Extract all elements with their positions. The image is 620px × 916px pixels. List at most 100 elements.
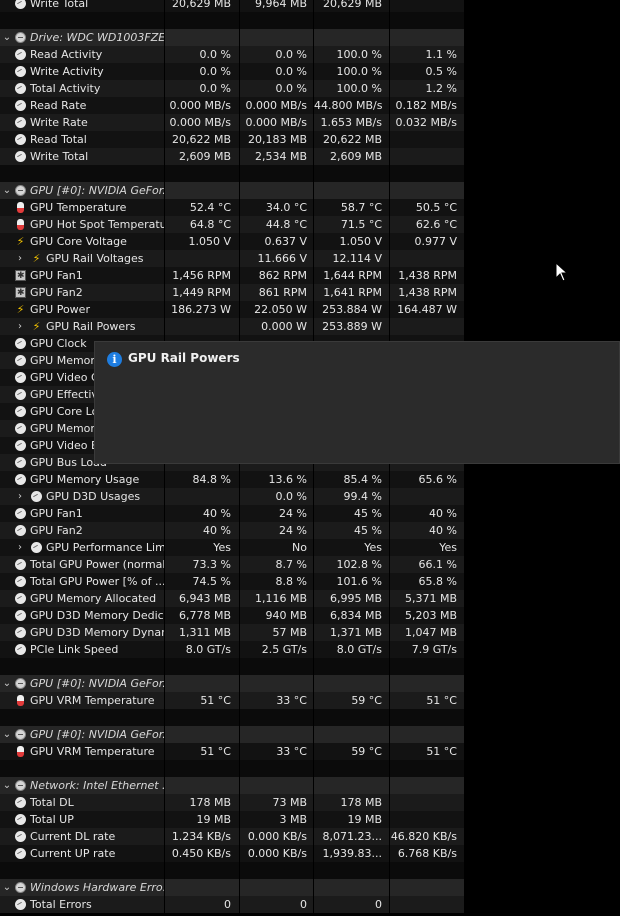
expand-chevron-icon[interactable]: › [15,539,25,556]
average-value [390,29,465,46]
max-value: 253.884 W [314,301,390,318]
max-value [314,879,390,896]
min-value: 0.0 % [240,46,314,63]
sensor-label: › GPU Performance Limits [0,539,165,556]
sensor-row[interactable]: ⚡ GPU Core Voltage 1.050 V 0.637 V 1.050 V 0.… [0,233,465,250]
sensor-row[interactable]: GPU Temperature 52.4 °C 34.0 °C 58.7 °C 50.5… [0,199,465,216]
min-value: 0.000 MB/s [240,114,314,131]
average-value [390,131,465,148]
collapse-chevron-icon[interactable]: ⌄ [2,879,12,896]
min-value: 11.666 V [240,250,314,267]
sensor-gauge-icon [15,610,26,621]
max-value: 100.0 % [314,80,390,97]
sensor-group-header[interactable]: ⌄ Windows Hardware Erro... [0,879,465,896]
sensor-row[interactable]: Total DL 178 MB 73 MB 178 MB [0,794,465,811]
expand-chevron-icon[interactable]: › [15,318,25,335]
current-value: 73.3 % [165,556,240,573]
max-value: 58.7 °C [314,199,390,216]
sensor-row[interactable]: GPU D3D Memory Dynamic1,311 MB57 MB1,371… [0,624,465,641]
sensor-gauge-icon [15,440,26,451]
sensor-label-text: Total Activity [30,82,101,95]
sensor-row[interactable]: Total Errors 0 0 0 [0,896,465,913]
sensor-row[interactable]: Total GPU Power (normal... 73.3 % 8.7 % 102… [0,556,465,573]
sensor-label-text: Total Errors [30,898,92,911]
sensor-label: GPU Hot Spot Temperature [0,216,165,233]
sensor-label-text: Write Rate [30,116,88,129]
sensor-group-header[interactable]: ⌄ GPU [#0]: NVIDIA GeFor... [0,182,465,199]
sensor-row[interactable]: GPU Fan1 40 % 24 % 45 % 40 % [0,505,465,522]
group-icon [15,882,26,893]
sensor-row[interactable]: GPU VRM Temperature 51 °C 33 °C 59 °C 51 °C [0,692,465,709]
sensor-group-header[interactable]: ⌄ GPU [#0]: NVIDIA GeFor... [0,675,465,692]
sensor-row[interactable]: GPU D3D Memory Dedica...6,778 MB940 MB6,… [0,607,465,624]
current-value [165,726,240,743]
current-value [165,777,240,794]
average-value: 65.8 % [390,573,465,590]
sensor-row[interactable]: Total Activity 0.0 % 0.0 % 100.0 % 1.2 % [0,80,465,97]
collapse-chevron-icon[interactable]: ⌄ [2,726,12,743]
average-value: 0.977 V [390,233,465,250]
sensor-row[interactable]: GPU Fan2 1,449 RPM861 RPM1,641 RPM1,438 R… [0,284,465,301]
sensor-gauge-icon [15,0,26,9]
current-value: 51 °C [165,743,240,760]
current-value: 64.8 °C [165,216,240,233]
sensor-label-text: GPU Power [30,303,90,316]
sensor-row[interactable]: Write Rate 0.000 MB/s 0.000 MB/s 1.653 MB/s… [0,114,465,131]
sensor-label: ⌄ GPU [#0]: NVIDIA GeFor... [0,182,165,199]
sensor-row[interactable]: Write Total 20,629 MB 9,964 MB 20,629 MB [0,0,465,12]
expand-chevron-icon[interactable]: › [15,250,25,267]
max-value: 45 % [314,522,390,539]
sensor-group-header[interactable]: ⌄ Drive: WDC WD1003FZE... [0,29,465,46]
sensor-gauge-icon [15,151,26,162]
current-value: 2,609 MB [165,148,240,165]
collapse-chevron-icon[interactable]: ⌄ [2,29,12,46]
sensor-row[interactable]: PCIe Link Speed 8.0 GT/s 2.5 GT/s 8.0 GT/s 7… [0,641,465,658]
collapse-chevron-icon[interactable]: ⌄ [2,675,12,692]
sensor-group-header[interactable]: ⌄ Network: Intel Ethernet ... [0,777,465,794]
sensor-row[interactable]: GPU Fan1 1,456 RPM862 RPM1,644 RPM1,438 R… [0,267,465,284]
min-value: 0.000 MB/s [240,97,314,114]
sensor-row[interactable]: Current UP rate 0.450 KB/s 0.000 KB/s 1,939… [0,845,465,862]
sensor-row[interactable]: Total GPU Power [% of ... 74.5 % 8.8 % 101.… [0,573,465,590]
sensor-row[interactable]: › GPU D3D Usages 0.0 % 99.4 % [0,488,465,505]
sensor-row[interactable]: Total UP 19 MB 3 MB 19 MB [0,811,465,828]
min-value: 0.0 % [240,63,314,80]
sensor-group-header[interactable]: ⌄ GPU [#0]: NVIDIA GeFor... [0,726,465,743]
sensor-gauge-icon [15,457,26,468]
max-value [314,182,390,199]
sensor-label: GPU D3D Memory Dedica... [0,607,165,624]
sensor-row[interactable]: GPU Hot Spot Temperature 64.8 °C 44.8 °C 71… [0,216,465,233]
sensor-gauge-icon [15,100,26,111]
collapse-chevron-icon[interactable]: ⌄ [2,777,12,794]
current-value [165,250,240,267]
sensor-row[interactable]: GPU Fan2 40 % 24 % 45 % 40 % [0,522,465,539]
current-value: 0.000 MB/s [165,114,240,131]
sensor-gauge-icon [15,899,26,910]
sensor-row[interactable]: Write Activity 0.0 % 0.0 % 100.0 % 0.5 % [0,63,465,80]
sensor-row[interactable]: Read Total 20,622 MB 20,183 MB 20,622 MB [0,131,465,148]
current-value: 8.0 GT/s [165,641,240,658]
sensor-row[interactable]: GPU VRM Temperature 51 °C 33 °C 59 °C 51 °C [0,743,465,760]
sensor-row[interactable]: GPU Memory Usage 84.8 % 13.6 % 85.4 % 65.6 % [0,471,465,488]
expand-chevron-icon[interactable]: › [15,488,25,505]
sensor-row[interactable]: Write Total 2,609 MB 2,534 MB 2,609 MB [0,148,465,165]
sensor-row[interactable]: Read Rate 0.000 MB/s 0.000 MB/s 44.800 MB/s… [0,97,465,114]
current-value: 0.0 % [165,63,240,80]
sensor-row[interactable]: › ⚡ GPU Rail Powers 0.000 W 253.889 W [0,318,465,335]
sensor-label: › GPU D3D Usages [0,488,165,505]
current-value: 1.050 V [165,233,240,250]
collapse-chevron-icon[interactable]: ⌄ [2,182,12,199]
sensor-label: GPU Memory Usage [0,471,165,488]
average-value [390,726,465,743]
sensor-gauge-icon [15,49,26,60]
sensor-row[interactable]: Current DL rate 1.234 KB/s 0.000 KB/s 8,071… [0,828,465,845]
current-value [165,488,240,505]
sensor-row[interactable]: ⚡ GPU Power 186.273 W 22.050 W 253.884 W 164.… [0,301,465,318]
sensor-row[interactable]: Read Activity 0.0 % 0.0 % 100.0 % 1.1 % [0,46,465,63]
sensor-row[interactable]: GPU Memory Allocated 6,943 MB 1,116 MB 6,99… [0,590,465,607]
min-value: 0.000 KB/s [240,828,314,845]
sensor-row[interactable]: ›GPU Performance LimitsYesNoYesYes [0,539,465,556]
sensor-row[interactable]: › ⚡ GPU Rail Voltages 11.666 V 12.114 V [0,250,465,267]
sensor-label-text: GPU VRM Temperature [30,694,155,707]
sensor-label: Total GPU Power [% of ... [0,573,165,590]
